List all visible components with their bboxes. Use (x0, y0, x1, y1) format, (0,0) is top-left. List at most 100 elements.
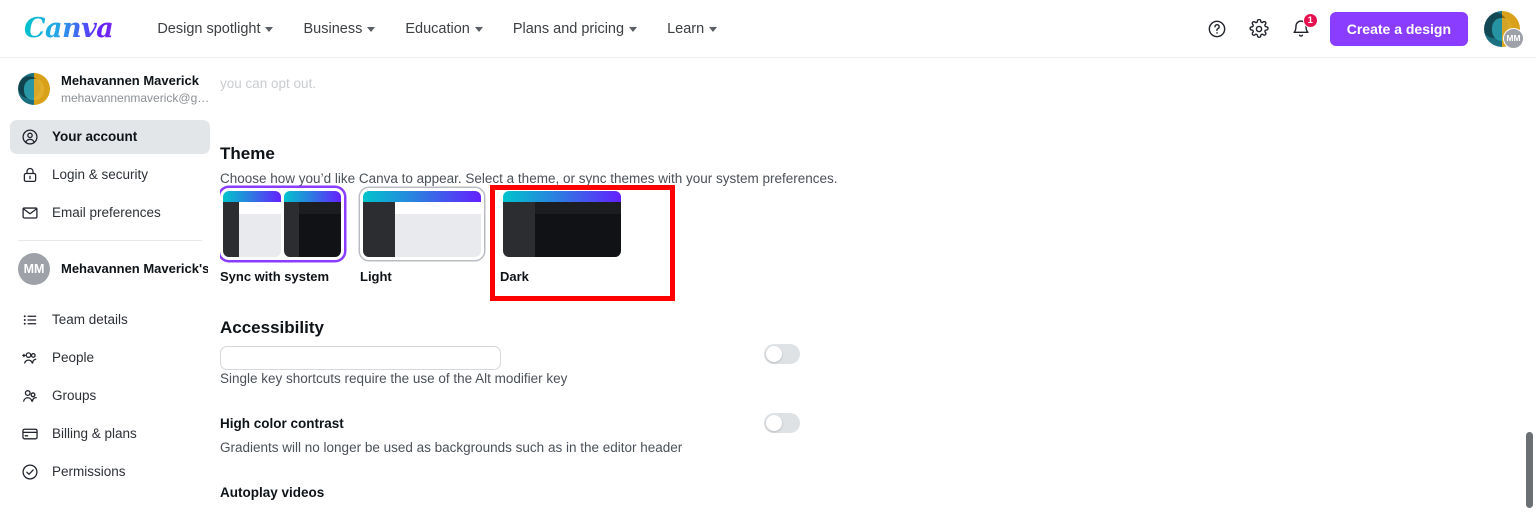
sidebar-item-email-preferences[interactable]: Email preferences (10, 196, 210, 230)
theme-option-dark[interactable]: Dark (500, 188, 624, 284)
sidebar-user-profile[interactable]: Mehavannen Maverick mehavannenmaverick@g… (0, 58, 220, 116)
user-circle-icon (20, 127, 39, 146)
preview-body (283, 202, 341, 257)
sidebar-item-label: Your account (52, 129, 138, 145)
nav-item-plans-and-pricing[interactable]: Plans and pricing (501, 14, 649, 44)
groups-icon (20, 386, 39, 405)
theme-section-description: Choose how you’d like Canva to appear. S… (220, 171, 838, 186)
sidebar-item-permissions[interactable]: Permissions (10, 455, 210, 489)
preview-topbar (534, 202, 621, 215)
preview-body (363, 202, 481, 257)
chevron-down-icon (474, 27, 483, 32)
nav-item-learn[interactable]: Learn (655, 14, 729, 44)
sidebar-item-login-security[interactable]: Login & security (10, 158, 210, 192)
sidebar-divider (18, 239, 202, 241)
preview-main (238, 202, 281, 257)
nav-label: Design spotlight (157, 20, 261, 37)
theme-preview-inner (363, 191, 481, 257)
high-color-contrast-toggle[interactable] (764, 413, 800, 433)
canva-logo[interactable]: Canva (24, 13, 114, 44)
settings-sidebar: Mehavannen Maverick mehavannenmaverick@g… (0, 58, 220, 512)
theme-preview-dark-half (283, 191, 341, 257)
chevron-down-icon (367, 27, 376, 32)
preview-gradient-bar (363, 191, 481, 202)
nav-label: Business (303, 20, 363, 37)
preview-sidebar (283, 202, 300, 257)
avatar[interactable]: MM (1484, 10, 1524, 49)
sidebar-user-name: Mehavannen Maverick (61, 73, 200, 88)
sidebar-team-name: Mehavannen Maverick's t… (61, 261, 208, 277)
high-color-contrast-description: Gradients will no longer be used as back… (220, 440, 683, 455)
nav-item-design-spotlight[interactable]: Design spotlight (145, 14, 285, 44)
sidebar-item-billing-plans[interactable]: Billing & plans (10, 417, 210, 451)
canva-logo-text: Canva (24, 13, 114, 44)
preview-main (534, 202, 621, 257)
team-initials-badge: MM (18, 252, 50, 285)
lock-icon (20, 165, 39, 184)
preview-canvas (238, 214, 281, 257)
sidebar-item-team-details[interactable]: Team details (10, 303, 210, 337)
avatar-team-badge: MM (1503, 27, 1524, 49)
add-people-icon (20, 348, 39, 367)
high-color-contrast-label: High color contrast (220, 416, 344, 431)
check-circle-icon (20, 462, 39, 481)
shortcuts-require-modifier-description: Single key shortcuts require the use of … (220, 371, 568, 386)
page-root: Canva Design spotlight Business Educatio… (0, 0, 1536, 512)
preview-body (223, 202, 281, 257)
chevron-down-icon (709, 27, 718, 32)
notification-badge: 1 (1302, 12, 1318, 28)
create-a-design-button[interactable]: Create a design (1329, 11, 1468, 46)
sidebar-item-label: Team details (52, 312, 128, 328)
shortcuts-require-modifier-toggle[interactable] (764, 344, 800, 364)
sidebar-user-email: mehavannenmaverick@g… (61, 90, 208, 105)
vertical-scrollbar[interactable] (1526, 432, 1533, 508)
preview-canvas (534, 214, 621, 257)
notifications-button[interactable]: 1 (1284, 12, 1318, 46)
preview-sidebar (363, 202, 395, 257)
theme-preview-light-half (223, 191, 281, 257)
gear-icon (1249, 18, 1269, 38)
theme-option-sync-with-system[interactable]: Sync with system (220, 188, 344, 284)
credit-card-icon (20, 424, 39, 443)
preview-sidebar (223, 202, 239, 257)
sidebar-user-text: Mehavannen Maverick mehavannenmaverick@g… (61, 72, 208, 106)
nav-item-business[interactable]: Business (291, 14, 387, 44)
chevron-down-icon (265, 27, 274, 32)
preview-canvas (394, 214, 481, 257)
theme-preview-inner (503, 191, 621, 257)
main-nav: Design spotlight Business Education Plan… (145, 14, 729, 44)
preview-topbar (238, 202, 281, 215)
theme-option-label: Dark (500, 269, 529, 284)
preview-sidebar (503, 202, 535, 257)
nav-item-education[interactable]: Education (393, 14, 495, 44)
preview-gradient-bar (283, 191, 341, 202)
theme-option-label: Light (360, 269, 392, 284)
nav-label: Plans and pricing (512, 20, 625, 37)
accessibility-section-title: Accessibility (220, 318, 324, 337)
theme-option-label: Sync with system (220, 269, 330, 284)
list-icon (20, 310, 39, 329)
sidebar-item-label: Permissions (52, 464, 126, 480)
preview-topbar (299, 202, 341, 215)
preview-gradient-bar (223, 191, 281, 202)
theme-options: Sync with system Light Dark (220, 188, 624, 284)
chevron-down-icon (629, 27, 638, 32)
sidebar-item-label: Email preferences (52, 205, 161, 221)
preview-gradient-bar (503, 191, 621, 202)
header-actions: 1 Create a design MM (1200, 10, 1524, 49)
sidebar-team-header[interactable]: MM Mehavannen Maverick's t… (0, 252, 220, 285)
sidebar-item-groups[interactable]: Groups (10, 379, 210, 413)
settings-button[interactable] (1242, 12, 1276, 46)
autoplay-videos-select[interactable] (220, 346, 501, 370)
preview-body (503, 202, 621, 257)
theme-preview-sync (220, 188, 344, 260)
sidebar-item-label: People (52, 350, 95, 366)
nav-label: Education (405, 20, 470, 37)
sidebar-item-people[interactable]: People (10, 341, 210, 375)
sidebar-item-your-account[interactable]: Your account (10, 119, 210, 154)
help-button[interactable] (1200, 12, 1234, 46)
theme-option-light[interactable]: Light (360, 188, 484, 284)
preview-topbar (394, 202, 481, 215)
nav-label: Learn (667, 20, 705, 37)
theme-preview-dark (500, 188, 624, 260)
